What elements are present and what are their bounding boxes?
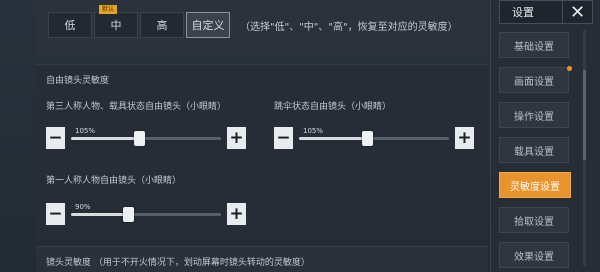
- slider-handle[interactable]: [123, 207, 134, 222]
- increase-button[interactable]: +: [227, 127, 246, 149]
- increase-button[interactable]: +: [227, 203, 246, 225]
- section-title: 自由镜头灵敏度: [46, 76, 110, 86]
- decrease-button[interactable]: −: [274, 127, 293, 149]
- sidebar-header: 设置 ✕: [499, 0, 593, 24]
- preset-medium-button[interactable]: 默认 中: [94, 5, 138, 38]
- default-tag: 默认: [99, 5, 118, 14]
- slider-value: 105%: [303, 127, 324, 135]
- sidebar-item-controls[interactable]: 操作设置: [499, 102, 569, 128]
- close-icon[interactable]: ✕: [562, 1, 592, 23]
- slider-track[interactable]: 90%: [71, 203, 221, 222]
- third-person-stepper: − 105% +: [46, 127, 246, 151]
- preset-hint: （选择"低"、"中"、"高"，恢复至对应的灵敏度）: [240, 21, 458, 33]
- decrease-button[interactable]: −: [46, 127, 65, 149]
- slider-fill: [71, 137, 139, 140]
- slider-fill: [71, 213, 128, 216]
- slider-track[interactable]: 105%: [299, 127, 449, 146]
- sidebar-item-graphics[interactable]: 画面设置: [499, 67, 569, 93]
- camera-sensitivity-title: 镜头灵敏度 （用于不开火情况下，划动屏幕时镜头转动的灵敏度）: [46, 258, 310, 268]
- third-person-label: 第三人称人物、载具状态自由镜头（小眼睛）: [46, 102, 227, 112]
- sidebar-scrollbar[interactable]: [583, 30, 586, 266]
- slider-fill: [299, 137, 367, 140]
- preset-high-button[interactable]: 高: [140, 12, 184, 38]
- preset-row: 低 默认 中 高 自定义 （选择"低"、"中"、"高"，恢复至对应的灵敏度）: [48, 5, 458, 38]
- decrease-button[interactable]: −: [46, 203, 65, 225]
- settings-sidebar: 设置 ✕ 基础设置 画面设置 操作设置 载具设置 灵敏度设置 拾取设置 效果设置: [490, 0, 600, 272]
- preset-panel: 低 默认 中 高 自定义 （选择"低"、"中"、"高"，恢复至对应的灵敏度）: [36, 0, 488, 56]
- preset-custom-button[interactable]: 自定义: [186, 12, 230, 38]
- notification-dot: [567, 66, 572, 71]
- parachute-label: 跳伞状态自由镜头（小眼睛）: [274, 102, 392, 112]
- sidebar-item-pickup[interactable]: 拾取设置: [499, 207, 569, 233]
- parachute-stepper: − 105% +: [274, 127, 474, 151]
- sidebar-title: 设置: [512, 6, 534, 19]
- increase-button[interactable]: +: [455, 127, 474, 149]
- free-look-panel: 自由镜头灵敏度 第三人称人物、载具状态自由镜头（小眼睛） − 105% + 跳伞…: [36, 64, 488, 240]
- preset-medium-label: 中: [110, 19, 122, 32]
- first-person-label: 第一人称人物自由镜头（小眼睛）: [46, 176, 182, 186]
- slider-value: 105%: [75, 127, 96, 135]
- slider-value: 90%: [75, 203, 91, 211]
- sidebar-item-sensitivity[interactable]: 灵敏度设置: [499, 172, 571, 198]
- sidebar-item-effects[interactable]: 效果设置: [499, 242, 569, 268]
- settings-content: 低 默认 中 高 自定义 （选择"低"、"中"、"高"，恢复至对应的灵敏度） 自…: [0, 0, 490, 272]
- first-person-stepper: − 90% +: [46, 203, 246, 227]
- slider-handle[interactable]: [361, 131, 373, 146]
- scrollbar-thumb[interactable]: [583, 70, 586, 160]
- camera-sensitivity-section: 镜头灵敏度 （用于不开火情况下，划动屏幕时镜头转动的灵敏度）: [36, 246, 488, 272]
- slider-track[interactable]: 105%: [71, 127, 221, 146]
- preset-low-button[interactable]: 低: [48, 12, 92, 38]
- sidebar-item-vehicle[interactable]: 载具设置: [499, 137, 569, 163]
- slider-handle[interactable]: [133, 131, 145, 146]
- sidebar-item-basic[interactable]: 基础设置: [499, 32, 569, 58]
